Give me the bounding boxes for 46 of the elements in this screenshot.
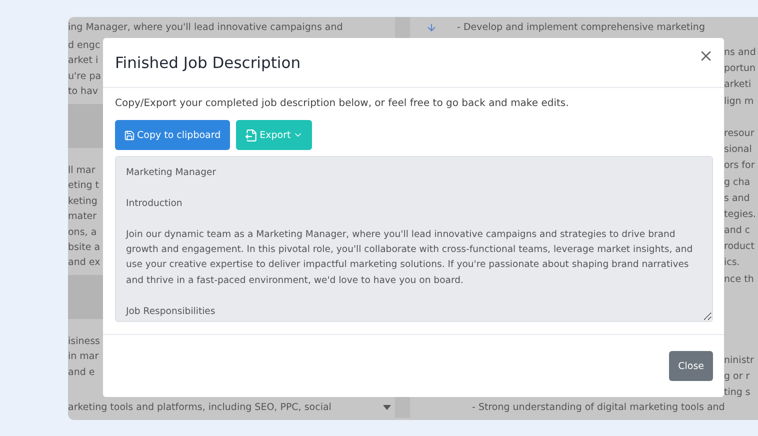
background-text: ns and xyxy=(724,47,756,58)
background-text: g or r xyxy=(724,370,750,382)
background-text: isiness xyxy=(68,336,100,348)
background-text: ors for xyxy=(724,160,755,172)
background-text: - Strong understanding of digital marketing tools and xyxy=(472,402,725,413)
background-text: to hav xyxy=(68,86,98,98)
section-band xyxy=(68,104,103,148)
background-text: roduct xyxy=(724,241,755,252)
background-text: and e xyxy=(68,366,95,378)
background-text: in mar xyxy=(68,351,99,362)
background-text: ninistr xyxy=(724,354,754,366)
background-text: ting s xyxy=(724,386,750,397)
background-text: mater xyxy=(68,211,97,222)
background-text: u're pa xyxy=(68,70,102,82)
background-text: g cha xyxy=(724,176,750,188)
background-text: sional xyxy=(724,144,752,156)
description-field[interactable]: Marketing Manager Introduction Join our dynamic team as a Marketing Manager, where you'll lead innovative campaigns and strategies to drive brand growth and engagement. In this pivotal role, you'll collaborate with cross-functional teams, leverage market insights, and use your creative expertise to deliver impactful marketing solutions. If you're passionate about shaping brand narratives and thrive in a fast-paced environment, we'd love to have you on board. Job Responsibilities xyxy=(115,156,713,322)
background-text: s and xyxy=(724,192,750,204)
down-arrow-icon xyxy=(426,22,437,33)
background-text: and c xyxy=(724,225,750,236)
dialog-instructions: Copy/Export your completed job description below, or feel free to go back and make edits. xyxy=(115,98,570,109)
save-icon xyxy=(124,130,135,140)
file-export-icon xyxy=(244,128,258,142)
copy-button[interactable]: Copy to clipboard xyxy=(115,120,230,150)
background-text: resour xyxy=(724,128,754,139)
background-text: d engc xyxy=(68,40,100,51)
background-text: bsite a xyxy=(68,242,100,253)
section-band xyxy=(68,274,103,319)
background-text: ing Manager, where you'll lead innovative campaigns and xyxy=(68,22,343,33)
background-text: eting t xyxy=(68,180,100,192)
background-text: lign m xyxy=(724,96,754,107)
background-text: portun xyxy=(724,63,756,74)
background-text: arketi xyxy=(724,79,752,90)
background-text: ll mar xyxy=(68,164,96,176)
background-text: ons, a xyxy=(68,226,97,238)
scroll-arrow-icon xyxy=(383,405,391,410)
background-text: arketing tools and platforms, including SEO, PPC, social xyxy=(68,402,332,413)
background-text: keting xyxy=(68,196,98,207)
background-text: arket i xyxy=(68,55,98,66)
background-text: tegies. xyxy=(724,208,756,220)
background-text: nce th xyxy=(724,274,754,285)
close-button[interactable]: Close xyxy=(669,351,713,381)
background-text: - Develop and implement comprehensive marketing xyxy=(457,22,705,33)
dialog-title: Finished Job Description xyxy=(115,54,301,72)
background-text: ics. xyxy=(724,257,740,268)
background-text: and ex xyxy=(68,257,100,268)
